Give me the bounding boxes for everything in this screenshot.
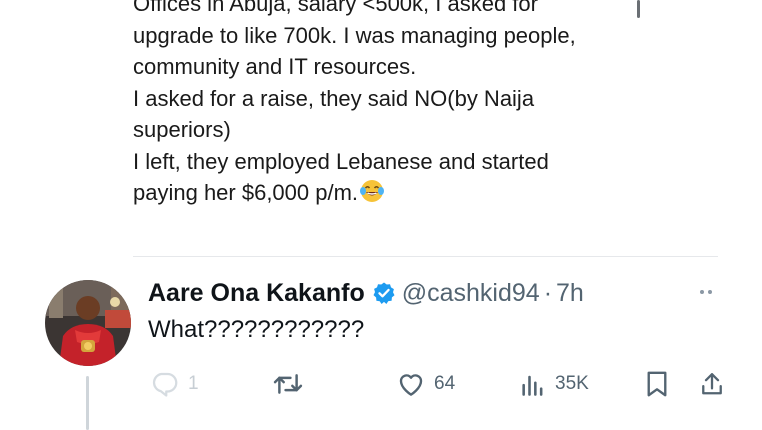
share-icon: [702, 373, 722, 395]
timestamp[interactable]: 7h: [556, 279, 584, 308]
tweet-line: upgrade to like 700k. I was managing peo…: [133, 22, 576, 48]
views-button[interactable]: 35K: [519, 366, 589, 402]
meta-separator: ·: [543, 278, 553, 307]
tweet-divider: [133, 256, 718, 257]
reply-header: Aare Ona Kakanfo @cashkid94 · 7h: [148, 277, 584, 309]
like-count: 64: [434, 373, 456, 394]
author-name[interactable]: Aare Ona Kakanfo: [148, 279, 365, 308]
like-button[interactable]: 64: [396, 366, 455, 402]
bookmark-icon: [647, 371, 667, 397]
avatar-photo: [45, 280, 131, 366]
reply-text: What????????????: [148, 316, 365, 343]
tweet-line: I asked for a raise, they said NO(by Nai…: [133, 85, 535, 111]
views-count: 35K: [555, 373, 589, 394]
tweet-line: superiors): [133, 117, 231, 142]
face-with-tears-of-joy-icon: [360, 180, 385, 202]
heart-icon: [399, 374, 423, 396]
author-handle[interactable]: @cashkid94: [402, 279, 540, 308]
reply-count: 1: [188, 373, 199, 394]
previous-tweet-text: Offices in Abuja, salary <500k, I asked …: [133, 0, 653, 209]
reply-icon: [152, 372, 178, 397]
retweet-button[interactable]: [272, 366, 312, 402]
action-bar: 1 64 35K: [0, 366, 762, 402]
avatar[interactable]: [45, 280, 131, 366]
views-chart-icon: [522, 375, 543, 396]
verified-badge-icon: [373, 282, 395, 304]
retweet-icon: [273, 374, 303, 394]
share-button[interactable]: [700, 366, 724, 402]
tweet-line: community and IT resources.: [133, 54, 417, 79]
bookmark-button[interactable]: [644, 366, 670, 402]
reply-button[interactable]: 1: [150, 366, 199, 402]
tweet-line: I left, they employed Lebanese and start…: [133, 148, 549, 174]
tweet-line-last: paying her $6,000 p/m.: [133, 177, 653, 209]
more-options-icon[interactable]: [700, 285, 724, 299]
tweet-line: Offices in Abuja, salary <500k, I asked …: [133, 0, 538, 16]
